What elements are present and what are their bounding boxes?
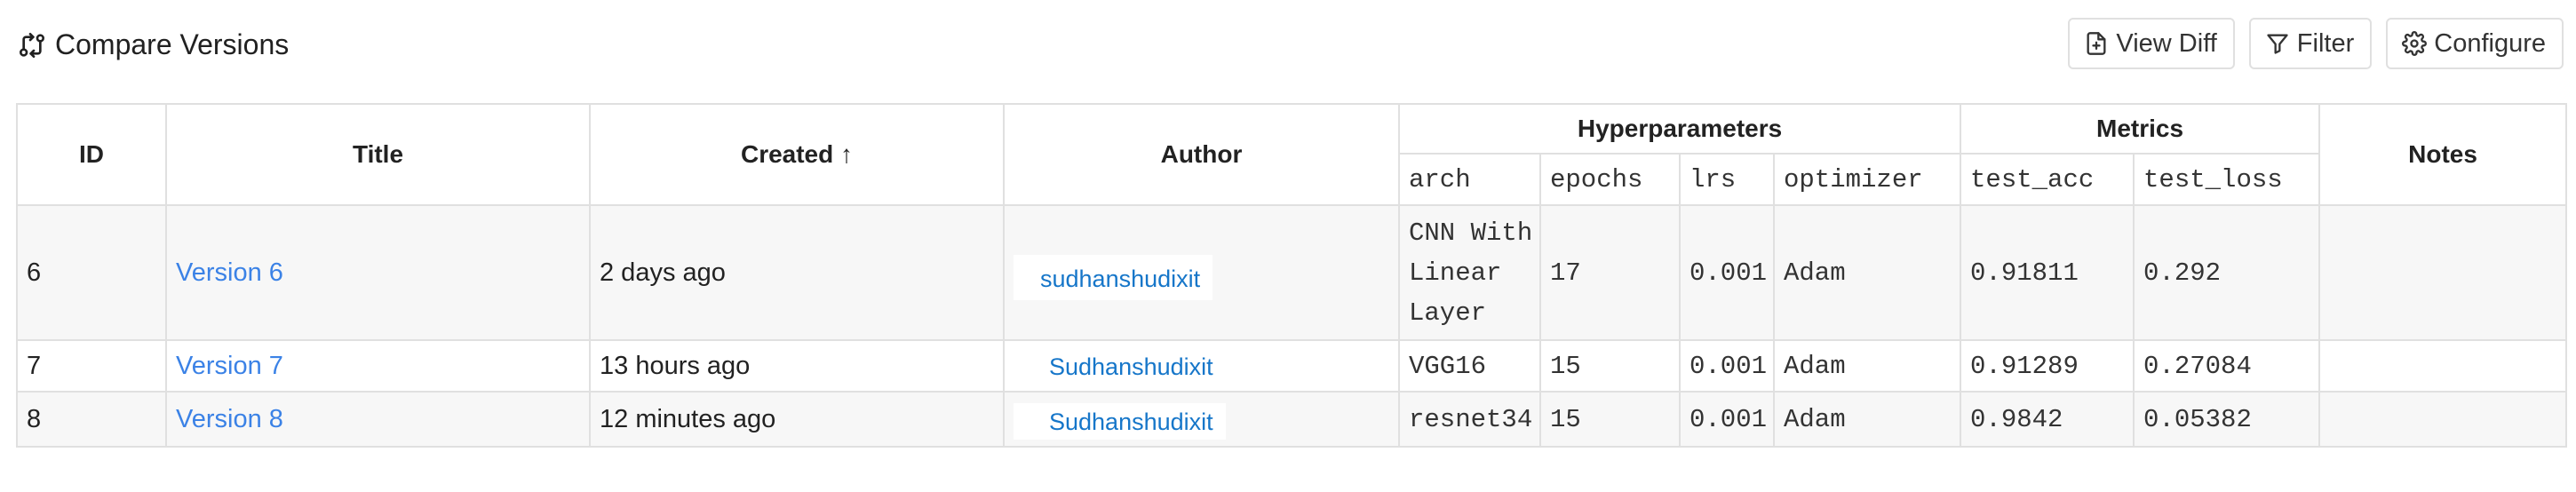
cell-test-loss: 0.27084 — [2133, 339, 2321, 393]
col-header-arch[interactable]: arch — [1398, 153, 1541, 206]
table-row[interactable]: 6 Version 6 2 days ago sudhanshudixit CN… — [16, 204, 2568, 341]
cell-id: 6 — [16, 204, 167, 341]
cell-created: 12 minutes ago — [589, 391, 1005, 448]
col-header-author[interactable]: Author — [1003, 103, 1400, 206]
arch-line: Layer — [1409, 298, 1487, 328]
configure-label: Configure — [2434, 28, 2546, 58]
cell-optimizer: Adam — [1772, 391, 1962, 448]
col-header-optimizer[interactable]: optimizer — [1772, 153, 1962, 206]
page-title: Compare Versions — [55, 28, 290, 60]
compare-icon — [20, 32, 44, 58]
col-header-test-loss[interactable]: test_loss — [2133, 153, 2321, 206]
title-area: Compare Versions — [18, 28, 289, 61]
cell-test-loss: 0.05382 — [2133, 391, 2321, 448]
cell-arch: resnet34 — [1398, 391, 1541, 448]
cell-created: 13 hours ago — [589, 339, 1005, 393]
cell-notes[interactable] — [2318, 391, 2568, 448]
cell-test-acc: 0.91811 — [1960, 204, 2135, 341]
col-group-metrics: Metrics — [1960, 103, 2321, 155]
cell-author: Sudhanshudixit — [1003, 391, 1400, 448]
cell-title: Version 8 — [165, 391, 591, 448]
filter-icon — [2267, 34, 2288, 54]
versions-table: ID Title Created ↑ Author Hyperparameter… — [16, 103, 2568, 448]
cell-lrs: 0.001 — [1679, 204, 1775, 341]
cell-lrs: 0.001 — [1679, 391, 1775, 448]
arch-line: CNN With — [1409, 218, 1533, 248]
col-header-id[interactable]: ID — [16, 103, 167, 206]
arch-line: VGG16 — [1409, 351, 1487, 381]
author-link[interactable]: Sudhanshudixit — [1014, 402, 1226, 440]
cell-notes[interactable] — [2318, 204, 2568, 341]
cell-optimizer: Adam — [1772, 339, 1962, 393]
cell-optimizer: Adam — [1772, 204, 1962, 341]
cell-test-acc: 0.9842 — [1960, 391, 2135, 448]
cell-epochs: 15 — [1539, 391, 1681, 448]
filter-label: Filter — [2296, 28, 2355, 58]
configure-button[interactable]: Configure — [2386, 18, 2564, 69]
cell-test-acc: 0.91289 — [1960, 339, 2135, 393]
cell-title: Version 7 — [165, 339, 591, 393]
toolbar-actions: View Diff Filter Configure — [2054, 18, 2564, 69]
arch-line: Linear — [1409, 258, 1502, 288]
col-header-created[interactable]: Created ↑ — [589, 103, 1005, 206]
author-link[interactable]: sudhanshudixit — [1014, 254, 1213, 300]
cell-test-loss: 0.292 — [2133, 204, 2321, 341]
cell-arch: CNN With Linear Layer — [1398, 204, 1541, 341]
view-diff-label: View Diff — [2116, 28, 2217, 58]
cell-created: 2 days ago — [589, 204, 1005, 341]
col-header-notes[interactable]: Notes — [2318, 103, 2568, 206]
col-header-lrs[interactable]: lrs — [1679, 153, 1775, 206]
version-link[interactable]: Version 6 — [176, 258, 283, 287]
cell-lrs: 0.001 — [1679, 339, 1775, 393]
arch-line: resnet34 — [1409, 404, 1533, 434]
filter-button[interactable]: Filter — [2248, 18, 2373, 69]
cell-notes[interactable] — [2318, 339, 2568, 393]
author-link[interactable]: Sudhanshudixit — [1014, 347, 1226, 385]
table-row[interactable]: 8 Version 8 12 minutes ago Sudhanshudixi… — [16, 391, 2568, 448]
cell-epochs: 15 — [1539, 339, 1681, 393]
col-header-created-label: Created — [740, 140, 834, 168]
file-diff-icon — [2087, 32, 2106, 55]
page-header: Compare Versions View Diff Filter Config… — [0, 0, 2576, 105]
cell-epochs: 17 — [1539, 204, 1681, 341]
cell-author: sudhanshudixit — [1003, 204, 1400, 341]
table-row[interactable]: 7 Version 7 13 hours ago Sudhanshudixit … — [16, 339, 2568, 393]
col-group-hyperparameters: Hyperparameters — [1397, 103, 1962, 155]
cell-arch: VGG16 — [1398, 339, 1541, 393]
cell-id: 7 — [16, 339, 167, 393]
sort-ascending-icon: ↑ — [840, 140, 854, 168]
cell-author: Sudhanshudixit — [1003, 339, 1400, 393]
col-header-epochs[interactable]: epochs — [1539, 153, 1681, 206]
version-link[interactable]: Version 7 — [176, 352, 283, 380]
col-header-test-acc[interactable]: test_acc — [1960, 153, 2135, 206]
view-diff-button[interactable]: View Diff — [2068, 18, 2235, 69]
col-header-title[interactable]: Title — [165, 103, 591, 206]
version-link[interactable]: Version 8 — [176, 405, 283, 433]
gear-icon — [2402, 31, 2428, 56]
cell-id: 8 — [16, 391, 167, 448]
cell-title: Version 6 — [165, 204, 591, 341]
